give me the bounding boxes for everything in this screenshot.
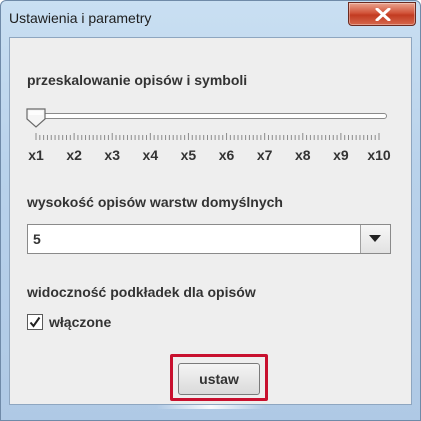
slider-tick-labels: x1 x2 x3 x4 x5 x6 x7 x8 x9 x10	[25, 147, 395, 167]
chevron-down-icon	[369, 235, 381, 242]
height-dropdown-button[interactable]	[360, 225, 390, 253]
height-label: wysokość opisów warstw domyślnych	[27, 194, 283, 210]
slider-ticks	[35, 133, 380, 140]
apply-button[interactable]: ustaw	[178, 363, 260, 395]
visibility-label: widoczność podkładek dla opisów	[27, 284, 256, 300]
scale-slider[interactable]: x1 x2 x3 x4 x5 x6 x7 x8 x9 x10	[25, 105, 395, 165]
slider-tick-label: x1	[28, 147, 44, 163]
scale-label: przeskalowanie opisów i symboli	[27, 72, 248, 88]
visibility-checkbox-label[interactable]: włączone	[49, 314, 111, 330]
close-x-icon	[375, 8, 391, 21]
window-title: Ustawienia i parametry	[9, 10, 152, 26]
checkmark-icon	[29, 316, 41, 328]
slider-tick-label: x7	[256, 147, 273, 163]
slider-thumb[interactable]	[25, 107, 47, 129]
slider-tick-label: x2	[66, 147, 82, 163]
slider-tick-label: x9	[333, 147, 349, 163]
slider-tick-label: x8	[294, 147, 311, 163]
dialog-window: Ustawienia i parametry przeskalowanie op…	[0, 0, 421, 421]
slider-tick-label: x6	[218, 147, 235, 163]
slider-tick-label: x3	[104, 147, 121, 163]
slider-track[interactable]	[27, 113, 387, 119]
dialog-content	[9, 37, 412, 405]
visibility-checkbox[interactable]	[27, 314, 43, 330]
slider-tick-label: x5	[180, 147, 197, 163]
title-bar[interactable]: Ustawienia i parametry	[1, 1, 420, 37]
slider-tick-label: x10	[367, 147, 391, 163]
close-button[interactable]	[348, 2, 416, 26]
height-combobox[interactable]: 5	[27, 224, 391, 254]
slider-tick-label: x4	[142, 147, 159, 163]
bottom-edge-glow	[156, 405, 266, 409]
height-selected-value: 5	[33, 231, 41, 247]
